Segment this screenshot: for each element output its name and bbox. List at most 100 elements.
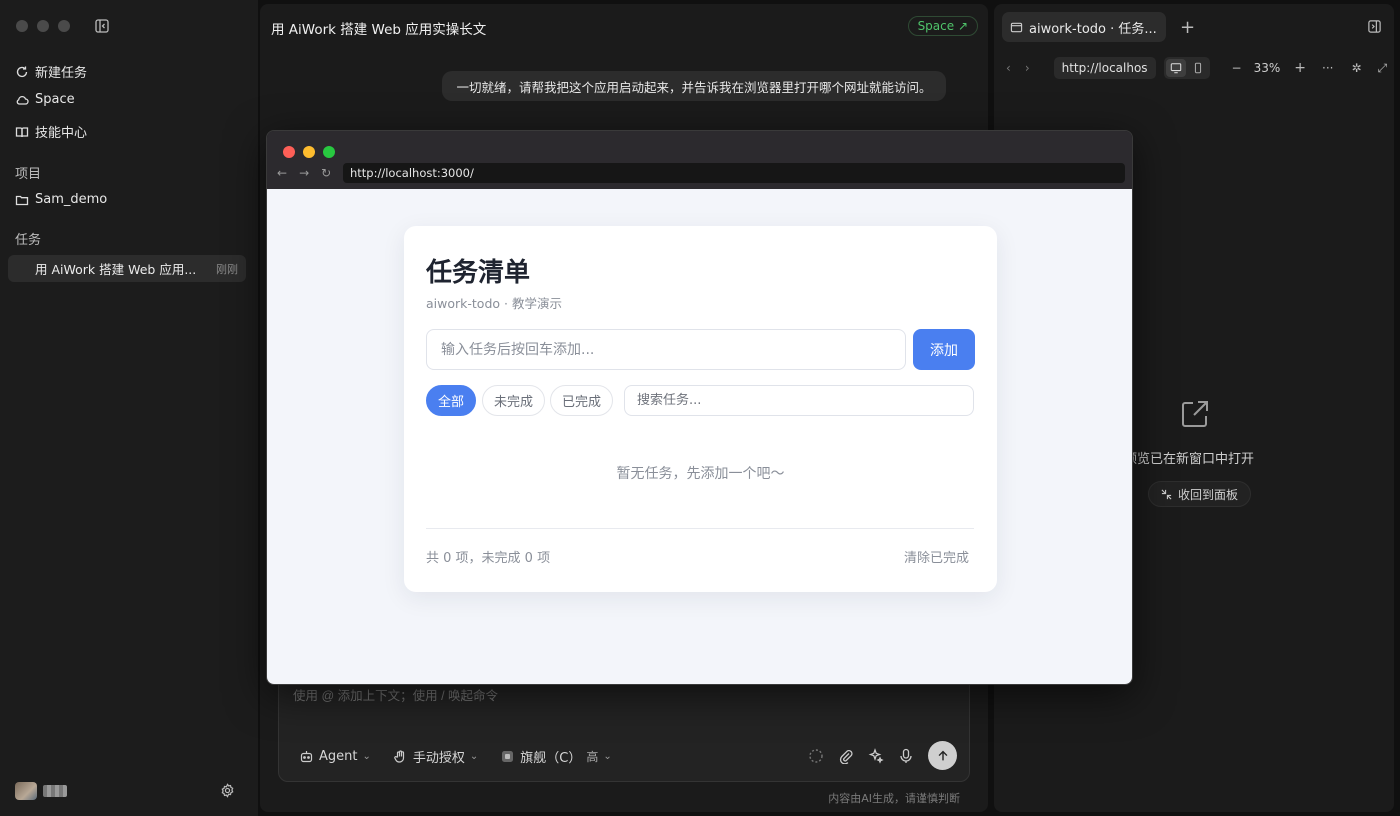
maximize-window-button[interactable]: [58, 20, 70, 32]
task-title: 用 AiWork 搭建 Web 应用...: [35, 262, 197, 277]
avatar[interactable]: [15, 782, 37, 800]
browser-address-bar[interactable]: http://localhost:3000/: [343, 163, 1125, 183]
task-stats: 共 0 项，未完成 0 项: [426, 551, 551, 566]
filter-all-button[interactable]: 全部: [426, 385, 476, 416]
projects-section-label: 项目: [15, 167, 42, 182]
more-icon[interactable]: ···: [1322, 61, 1333, 75]
inspect-icon[interactable]: ✲: [1351, 61, 1361, 75]
hand-icon: [394, 750, 404, 763]
user-name-blurred: [43, 785, 67, 797]
chevron-down-icon: ⌄: [603, 751, 612, 762]
search-input[interactable]: [624, 385, 974, 416]
mobile-icon[interactable]: [1188, 59, 1208, 77]
sidebar-item-label: Space: [35, 92, 75, 107]
auth-mode-selector[interactable]: 手动授权 ⌄: [393, 747, 478, 766]
device-toggle: [1163, 57, 1210, 79]
gear-icon[interactable]: [220, 783, 235, 798]
sidebar-item-new-task[interactable]: 新建任务: [15, 62, 87, 81]
agent-mode-label: Agent: [319, 749, 358, 764]
send-button[interactable]: [928, 741, 957, 770]
empty-state-message: 暂无任务，先添加一个吧～: [616, 466, 785, 482]
auth-mode-label: 手动授权: [412, 751, 465, 766]
sidebar-task-item[interactable]: 用 AiWork 搭建 Web 应用... 刚刚: [8, 255, 246, 282]
browser-maximize-button[interactable]: [323, 146, 335, 158]
forward-arrow-icon[interactable]: ›: [1025, 61, 1030, 75]
browser-chrome: ← → ↻ http://localhost:3000/: [267, 131, 1132, 189]
sidebar-item-label: Sam_demo: [35, 192, 108, 207]
panel-toggle-icon[interactable]: [1367, 19, 1382, 34]
browser-reload-icon[interactable]: ↻: [321, 166, 331, 180]
sidebar-item-skills[interactable]: 技能中心: [15, 122, 87, 141]
composer-input[interactable]: [293, 689, 893, 703]
composer-actions: [808, 741, 957, 770]
book-icon: [15, 126, 29, 137]
preview-toolbar: ‹ › http://localhos − 33% + ··· ✲ ⤢: [1006, 56, 1388, 80]
sidebar-item-label: 新建任务: [35, 66, 88, 81]
composer: Agent ⌄ 手动授权 ⌄ 旗舰（C） 高 ⌄: [278, 674, 970, 782]
model-label: 旗舰（C）: [520, 751, 582, 766]
sparkle-icon[interactable]: [868, 747, 884, 764]
spinner-icon: [809, 748, 823, 763]
chevron-down-icon: ⌄: [469, 751, 479, 762]
browser-nav: ← → ↻: [277, 166, 331, 180]
preview-opened-message: 预览已在新窗口中打开: [1124, 452, 1255, 467]
ai-disclaimer: 内容由AI生成，请谨慎判断: [828, 792, 960, 805]
sidebar-item-project[interactable]: Sam_demo: [15, 192, 107, 207]
page-subtitle: aiwork-todo · 教学演示: [426, 296, 562, 311]
browser-minimize-button[interactable]: [303, 146, 315, 158]
zoom-in-button[interactable]: +: [1294, 60, 1306, 76]
close-window-button[interactable]: [16, 20, 28, 32]
todo-card: 任务清单 aiwork-todo · 教学演示 添加 全部 未完成 已完成 暂无…: [404, 226, 997, 592]
arrow-up-icon: [938, 750, 947, 760]
model-level: 高: [586, 750, 599, 764]
model-selector[interactable]: 旗舰（C） 高 ⌄: [500, 747, 612, 766]
sidebar-collapse-icon[interactable]: [94, 18, 110, 34]
chat-title: 用 AiWork 搭建 Web 应用实操长文: [271, 22, 487, 38]
preview-tab-title: aiwork-todo · 任务...: [1029, 21, 1157, 37]
agent-mode-selector[interactable]: Agent ⌄: [299, 749, 371, 764]
minimize-window-button[interactable]: [37, 20, 49, 32]
add-task-button[interactable]: 添加: [913, 329, 975, 370]
browser-close-button[interactable]: [283, 146, 295, 158]
divider: [426, 528, 974, 529]
back-arrow-icon[interactable]: ‹: [1006, 61, 1011, 75]
filter-done-button[interactable]: 已完成: [550, 385, 613, 416]
cloud-icon: [16, 95, 29, 105]
new-task-input[interactable]: [426, 329, 906, 370]
page-title: 任务清单: [426, 258, 531, 288]
external-link-icon: [1182, 401, 1208, 427]
composer-tools: Agent ⌄ 手动授权 ⌄ 旗舰（C） 高 ⌄: [299, 747, 612, 766]
refresh-plus-icon: [16, 66, 28, 77]
browser-content: 任务清单 aiwork-todo · 教学演示 添加 全部 未完成 已完成 暂无…: [267, 189, 1132, 684]
browser-forward-icon[interactable]: →: [299, 166, 309, 180]
return-to-panel-label: 收回到面板: [1178, 487, 1239, 502]
browser-back-icon[interactable]: ←: [277, 166, 287, 180]
preview-tab[interactable]: aiwork-todo · 任务...: [1002, 12, 1166, 42]
window-controls: [16, 20, 70, 32]
clear-completed-button[interactable]: 清除已完成: [904, 547, 969, 566]
robot-icon: [300, 751, 313, 763]
zoom-level: 33%: [1253, 61, 1281, 75]
space-badge[interactable]: Space ↗: [907, 16, 978, 36]
desktop-icon[interactable]: [1165, 59, 1186, 77]
expand-icon[interactable]: ⤢: [1378, 61, 1388, 76]
new-tab-button[interactable]: +: [1180, 17, 1195, 38]
folder-icon: [15, 195, 29, 205]
browser-window-controls: [283, 146, 335, 158]
sidebar-item-label: 技能中心: [35, 126, 88, 141]
preview-url[interactable]: http://localhos: [1053, 57, 1156, 79]
return-to-panel-button[interactable]: 收回到面板: [1148, 481, 1252, 507]
filter-active-button[interactable]: 未完成: [482, 385, 545, 416]
zoom-out-button[interactable]: −: [1232, 61, 1242, 75]
preview-browser-window: ← → ↻ http://localhost:3000/ 任务清单 aiwork…: [266, 130, 1133, 685]
collapse-arrows-icon: [1161, 489, 1172, 499]
user-message: 一切就绪，请帮我把这个应用启动起来，并告诉我在浏览器里打开哪个网址就能访问。: [442, 71, 946, 101]
sidebar: 新建任务 Space 技能中心 项目 Sam_demo 任务 用 AiWork …: [0, 0, 258, 816]
microphone-icon[interactable]: [898, 748, 914, 764]
browser-icon: [1010, 22, 1023, 32]
model-icon: [502, 751, 514, 762]
chevron-down-icon: ⌄: [362, 751, 371, 762]
paperclip-icon[interactable]: [838, 748, 854, 764]
tasks-section-label: 任务: [15, 233, 42, 248]
sidebar-item-space[interactable]: Space: [15, 92, 75, 107]
